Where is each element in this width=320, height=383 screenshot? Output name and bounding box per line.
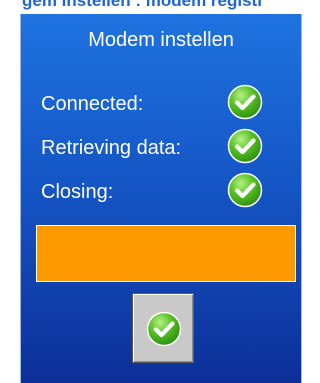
status-row-connected: Connected: xyxy=(41,84,281,124)
modem-setup-dialog: Modem instellen Connected: Retrieving da… xyxy=(20,14,302,383)
status-label-retrieving-data: Retrieving data: xyxy=(41,137,182,159)
status-label-closing: Closing: xyxy=(41,181,114,203)
ok-button[interactable] xyxy=(132,293,194,363)
status-label-connected: Connected: xyxy=(41,93,144,115)
check-circle-icon xyxy=(146,311,182,347)
status-row-retrieving-data: Retrieving data: xyxy=(41,128,281,168)
check-circle-icon xyxy=(227,172,263,208)
check-circle-icon xyxy=(227,84,263,120)
window-title-text: gem instellen : modem registr xyxy=(22,0,264,10)
progress-bar xyxy=(36,225,296,282)
window-titlebar: gem instellen : modem registr xyxy=(0,0,308,14)
dialog-heading: Modem instellen xyxy=(88,29,234,51)
status-row-closing: Closing: xyxy=(41,172,281,212)
check-circle-icon xyxy=(227,128,263,164)
